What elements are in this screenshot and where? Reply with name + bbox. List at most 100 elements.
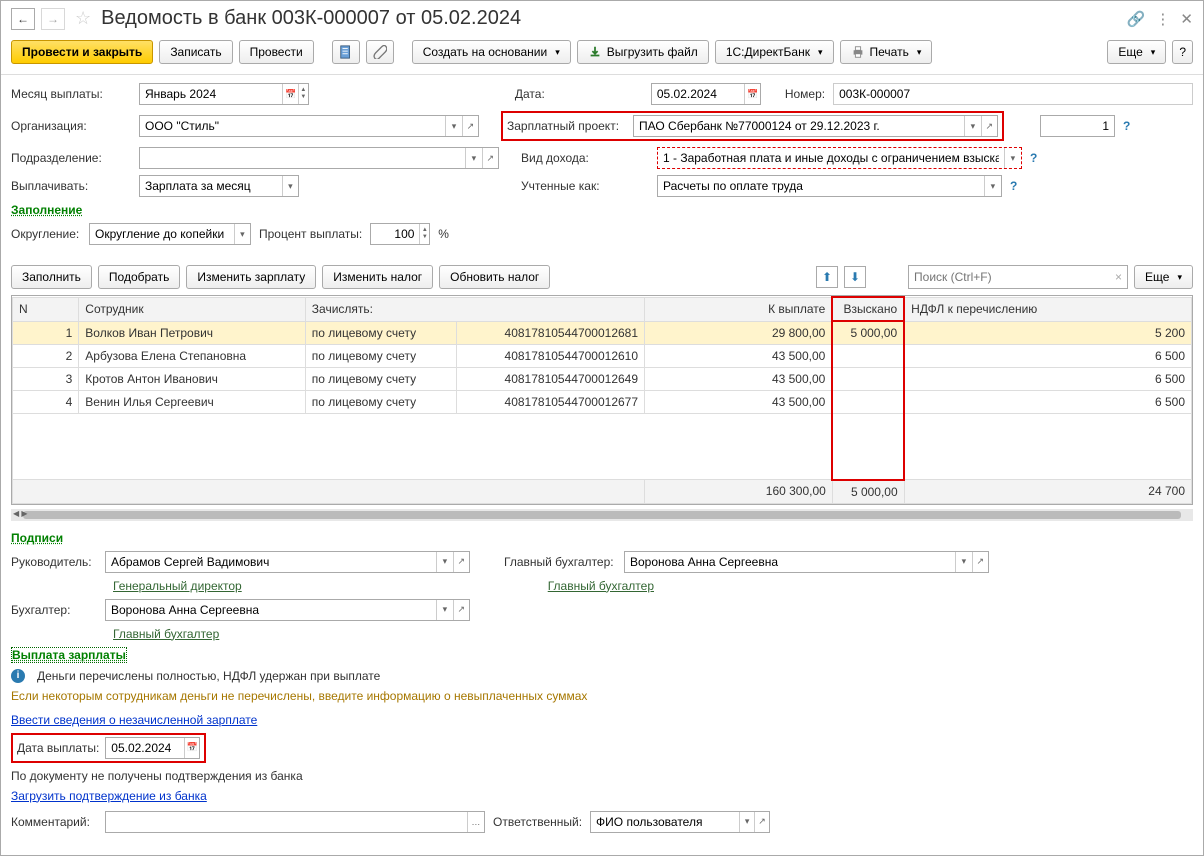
zp-input[interactable]: ▾ ↗ [633, 115, 998, 137]
round-field[interactable] [90, 224, 234, 244]
search-field[interactable] [914, 270, 1115, 284]
direct-bank-button[interactable]: 1С:ДиректБанк [715, 40, 834, 64]
link-icon[interactable]: 🔗 [1127, 10, 1146, 28]
percent-spinner[interactable]: ▲▼ [419, 224, 429, 244]
comment-input[interactable]: … [105, 811, 485, 833]
podr-field[interactable] [140, 148, 465, 168]
table-row[interactable]: 3Кротов Антон Ивановичпо лицевому счету4… [13, 368, 1192, 391]
enter-unpaid-link[interactable]: Ввести сведения о незачисленной зарплате [11, 713, 257, 727]
fill-section-link[interactable]: Заполнение [11, 203, 82, 217]
close-icon[interactable]: ✕ [1180, 10, 1193, 28]
help-icon[interactable]: ? [1010, 179, 1017, 193]
head-input[interactable]: ▾↗ [105, 551, 470, 573]
open-icon[interactable]: ↗ [754, 812, 769, 832]
calendar-icon[interactable]: 📅 [184, 738, 199, 758]
dropdown-icon[interactable]: ▾ [1004, 148, 1021, 168]
open-icon[interactable]: ↗ [981, 116, 997, 136]
help-icon[interactable]: ? [1123, 119, 1130, 133]
head-pos-link[interactable]: Генеральный директор [113, 579, 242, 593]
calendar-icon[interactable]: 📅 [744, 84, 759, 104]
acc-field[interactable] [106, 600, 436, 620]
employees-table[interactable]: N Сотрудник Зачислять: К выплате Взыскан… [11, 295, 1193, 505]
clear-search-icon[interactable]: × [1115, 270, 1122, 284]
dropdown-icon[interactable]: ▾ [964, 116, 980, 136]
open-icon[interactable]: ↗ [462, 116, 478, 136]
dropdown-icon[interactable]: ▾ [436, 600, 452, 620]
resp-field[interactable] [591, 812, 739, 832]
one-input[interactable] [1040, 115, 1115, 137]
open-icon[interactable]: ↗ [453, 552, 469, 572]
post-and-close-button[interactable]: Провести и закрыть [11, 40, 153, 64]
chief-field[interactable] [625, 552, 955, 572]
update-tax-button[interactable]: Обновить налог [439, 265, 550, 289]
pay-field[interactable] [140, 176, 282, 196]
open-icon[interactable]: ↗ [482, 148, 498, 168]
post-button[interactable]: Провести [239, 40, 314, 64]
table-row[interactable]: 2Арбузова Елена Степановнапо лицевому сч… [13, 345, 1192, 368]
move-down-button[interactable]: ⬇ [844, 266, 866, 288]
resp-input[interactable]: ▾↗ [590, 811, 770, 833]
horizontal-scrollbar[interactable] [11, 509, 1193, 521]
podr-input[interactable]: ▾ ↗ [139, 147, 499, 169]
movements-button[interactable] [332, 40, 360, 64]
change-tax-button[interactable]: Изменить налог [322, 265, 433, 289]
open-icon[interactable]: ↗ [453, 600, 469, 620]
accounted-input[interactable]: ▾ [657, 175, 1002, 197]
acc-pos-link[interactable]: Главный бухгалтер [113, 627, 219, 641]
col-ndfl[interactable]: НДФЛ к перечислению [904, 297, 1191, 321]
date-input[interactable]: 📅 [651, 83, 761, 105]
comment-field[interactable] [106, 812, 467, 832]
date-field[interactable] [652, 84, 745, 104]
table-row[interactable]: 1Волков Иван Петровичпо лицевому счету40… [13, 321, 1192, 345]
acc-input[interactable]: ▾↗ [105, 599, 470, 621]
org-field[interactable] [140, 116, 445, 136]
move-up-button[interactable]: ⬆ [816, 266, 838, 288]
col-pay[interactable]: К выплате [645, 297, 833, 321]
nav-back-button[interactable]: ← [11, 8, 35, 30]
search-input[interactable]: × [908, 265, 1128, 289]
create-based-on-button[interactable]: Создать на основании [412, 40, 571, 64]
paydate-field[interactable] [106, 738, 184, 758]
month-spinner[interactable]: ▲▼ [298, 84, 308, 104]
dropdown-icon[interactable]: ▾ [234, 224, 250, 244]
dropdown-icon[interactable]: ▾ [739, 812, 754, 832]
payment-section-link[interactable]: Выплата зарплаты [11, 647, 127, 663]
more-button[interactable]: Еще [1107, 40, 1166, 64]
head-field[interactable] [106, 552, 436, 572]
table-row[interactable]: 4Венин Илья Сергеевичпо лицевому счету40… [13, 391, 1192, 414]
income-input[interactable]: ▾ [657, 147, 1022, 169]
favorite-star-icon[interactable]: ☆ [75, 8, 91, 29]
fill-button[interactable]: Заполнить [11, 265, 92, 289]
dropdown-icon[interactable]: ▾ [445, 116, 461, 136]
percent-field[interactable] [371, 224, 419, 244]
one-field[interactable] [1041, 116, 1114, 136]
calendar-icon[interactable]: 📅 [282, 84, 297, 104]
col-acc[interactable]: Зачислять: [305, 297, 644, 321]
chief-pos-link[interactable]: Главный бухгалтер [548, 579, 654, 593]
help-icon[interactable]: ? [1030, 151, 1037, 165]
load-confirm-link[interactable]: Загрузить подтверждение из банка [11, 789, 207, 803]
grid-more-button[interactable]: Еще [1134, 265, 1193, 289]
col-n[interactable]: N [13, 297, 79, 321]
pay-input[interactable]: ▾ [139, 175, 299, 197]
ellipsis-icon[interactable]: … [467, 812, 484, 832]
signatures-link[interactable]: Подписи [11, 531, 63, 545]
zp-field[interactable] [634, 116, 964, 136]
dropdown-icon[interactable]: ▾ [436, 552, 452, 572]
kebab-menu-icon[interactable]: ⋮ [1155, 10, 1170, 28]
attachments-button[interactable] [366, 40, 394, 64]
paydate-input[interactable]: 📅 [105, 737, 200, 759]
dropdown-icon[interactable]: ▾ [282, 176, 298, 196]
col-vz[interactable]: Взыскано [832, 297, 904, 321]
export-file-button[interactable]: Выгрузить файл [577, 40, 709, 64]
open-icon[interactable]: ↗ [972, 552, 988, 572]
income-field[interactable] [658, 148, 1004, 168]
col-emp[interactable]: Сотрудник [79, 297, 306, 321]
dropdown-icon[interactable]: ▾ [984, 176, 1001, 196]
chief-input[interactable]: ▾↗ [624, 551, 989, 573]
help-button[interactable]: ? [1172, 40, 1193, 64]
round-input[interactable]: ▾ [89, 223, 251, 245]
accounted-field[interactable] [658, 176, 984, 196]
org-input[interactable]: ▾ ↗ [139, 115, 479, 137]
percent-input[interactable]: ▲▼ [370, 223, 430, 245]
